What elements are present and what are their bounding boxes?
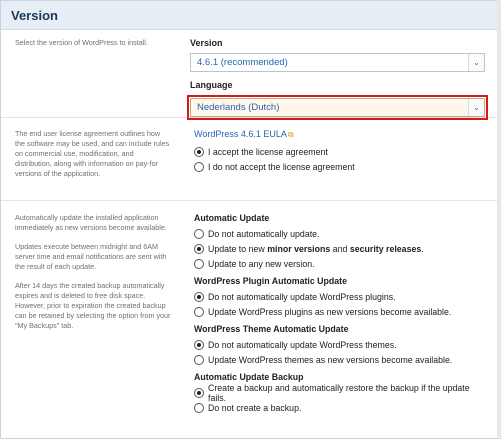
- version-row: Select the version of WordPress to insta…: [1, 30, 500, 120]
- auto-update-minor-radio[interactable]: [194, 243, 204, 254]
- eula-accept-option[interactable]: I accept the license agreement: [194, 144, 488, 159]
- backup-none-radio[interactable]: [194, 402, 204, 413]
- minor-mid: and: [330, 243, 350, 254]
- eula-decline-option[interactable]: I do not accept the license agreement: [194, 159, 488, 174]
- auto-update-any-radio[interactable]: [194, 258, 204, 269]
- plugin-update-auto-label: Update WordPress plugins as new versions…: [208, 306, 452, 317]
- backup-title: Automatic Update Backup: [194, 372, 304, 382]
- backup-create-radio[interactable]: [194, 387, 204, 398]
- minor-suffix: .: [421, 243, 424, 254]
- auto-update-option-minor[interactable]: Update to new minor versions and securit…: [194, 241, 488, 256]
- backup-none-label: Do not create a backup.: [208, 402, 302, 413]
- auto-update-none-radio[interactable]: [194, 228, 204, 239]
- language-select[interactable]: Nederlands (Dutch) ⌄: [190, 98, 485, 117]
- theme-update-none-radio[interactable]: [194, 339, 204, 350]
- theme-update-none-label: Do not automatically update WordPress th…: [208, 339, 397, 350]
- scrollbar[interactable]: [497, 0, 501, 437]
- version-select[interactable]: 4.6.1 (recommended) ⌄: [190, 53, 485, 72]
- decline-radio[interactable]: [194, 161, 204, 172]
- theme-update-title: WordPress Theme Automatic Update: [194, 324, 349, 334]
- minor-bold: minor versions: [267, 243, 331, 254]
- auto-update-none-label: Do not automatically update.: [208, 228, 320, 239]
- theme-update-auto-label: Update WordPress themes as new versions …: [208, 354, 453, 365]
- plugin-update-none-radio[interactable]: [194, 291, 204, 302]
- automatic-update-title: Automatic Update: [194, 213, 270, 223]
- update-description-1: Automatically update the installed appli…: [15, 213, 167, 232]
- eula-row: The end user license agreement outlines …: [1, 118, 500, 201]
- eula-link-text: WordPress 4.6.1 EULA: [194, 129, 287, 139]
- plugin-update-title: WordPress Plugin Automatic Update: [194, 276, 347, 286]
- external-link-icon: ⧉: [287, 130, 294, 139]
- plugin-update-auto-radio[interactable]: [194, 306, 204, 317]
- plugin-update-none-label: Do not automatically update WordPress pl…: [208, 291, 396, 302]
- minor-prefix: Update to new: [208, 243, 268, 254]
- update-description-2: Updates execute between midnight and 6AM…: [15, 242, 167, 271]
- update-descriptions: Automatically update the installed appli…: [1, 201, 179, 423]
- accept-radio[interactable]: [194, 146, 204, 157]
- version-panel: Version Select the version of WordPress …: [0, 0, 501, 439]
- plugin-update-option-none[interactable]: Do not automatically update WordPress pl…: [194, 289, 488, 304]
- backup-create-label: Create a backup and automatically restor…: [208, 382, 470, 403]
- auto-update-option-none[interactable]: Do not automatically update.: [194, 226, 488, 241]
- update-row: Automatically update the installed appli…: [1, 201, 500, 423]
- decline-label: I do not accept the license agreement: [208, 161, 355, 172]
- plugin-update-option-auto[interactable]: Update WordPress plugins as new versions…: [194, 304, 488, 319]
- security-bold: security releases: [349, 243, 422, 254]
- chevron-down-icon: ⌄: [468, 99, 484, 116]
- eula-description: The end user license agreement outlines …: [15, 129, 170, 178]
- version-label: Version: [190, 38, 223, 48]
- eula-link[interactable]: WordPress 4.6.1 EULA⧉: [194, 129, 488, 140]
- accept-label: I accept the license agreement: [208, 146, 328, 157]
- eula-controls: WordPress 4.6.1 EULA⧉ I accept the licen…: [179, 118, 500, 200]
- version-description: Select the version of WordPress to insta…: [15, 38, 148, 47]
- theme-update-option-auto[interactable]: Update WordPress themes as new versions …: [194, 352, 488, 367]
- language-label: Language: [190, 80, 233, 90]
- auto-update-minor-label: Update to new minor versions and securit…: [208, 244, 424, 254]
- chevron-down-icon: ⌄: [468, 54, 484, 71]
- update-description-3: After 14 days the created backup automat…: [15, 281, 171, 330]
- version-controls: Version 4.6.1 (recommended) ⌄ Language N…: [175, 30, 500, 120]
- version-select-value: 4.6.1 (recommended): [197, 57, 288, 68]
- auto-update-any-label: Update to any new version.: [208, 258, 315, 269]
- auto-update-option-any[interactable]: Update to any new version.: [194, 256, 488, 271]
- update-controls: Automatic Update Do not automatically up…: [179, 201, 500, 423]
- theme-update-option-none[interactable]: Do not automatically update WordPress th…: [194, 337, 488, 352]
- language-select-value: Nederlands (Dutch): [197, 102, 280, 113]
- theme-update-auto-radio[interactable]: [194, 354, 204, 365]
- backup-option-create[interactable]: Create a backup and automatically restor…: [194, 382, 488, 403]
- panel-title: Version: [1, 1, 500, 30]
- language-select-highlight: Nederlands (Dutch) ⌄: [187, 95, 488, 120]
